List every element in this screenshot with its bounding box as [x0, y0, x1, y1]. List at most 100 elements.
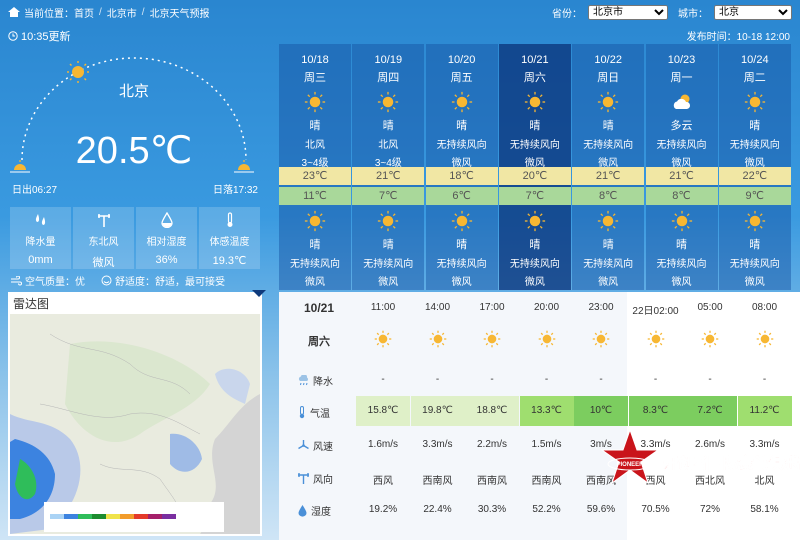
comfort-index: 舒适度：舒适，最可接受	[101, 273, 225, 288]
stat-value: 19.3℃	[212, 255, 247, 267]
hourly-weekday: 周六	[308, 336, 330, 348]
stat-label: 东北风	[88, 237, 119, 248]
sun-icon	[598, 91, 619, 113]
hour-column: 17:00 - 18.8℃ 2.2m/s 西南风 30.3%	[465, 292, 519, 540]
sun-icon	[647, 330, 664, 348]
hour-humidity: 70.5%	[641, 504, 670, 515]
watermark: PIONEER 开创者国际赛鸽俱乐部	[598, 428, 800, 488]
day-column[interactable]: 10/20 周五 晴 无持续风向 微风 18℃ 6℃ 晴 无持续风向 微风	[425, 44, 498, 290]
night-wind-level: 微风	[451, 277, 472, 288]
low-temp: 7℃	[352, 187, 425, 205]
day-weather: 晴	[456, 120, 468, 132]
province-label: 省份：	[552, 8, 582, 20]
comfort-icon	[101, 275, 112, 286]
hour-precip: -	[653, 374, 658, 385]
high-temp: 22℃	[718, 167, 791, 185]
hour-humidity: 52.2%	[532, 504, 561, 515]
hour-wind-dir: 西风	[373, 476, 393, 487]
hour-humidity: 72%	[699, 504, 720, 515]
breadcrumb-separator: /	[99, 6, 102, 18]
hour-column: 22日02:00 - 8.3℃ 3.3m/s 西风 70.5%	[628, 292, 683, 540]
breadcrumb-separator: /	[141, 6, 145, 18]
night-wind: 无持续风向	[729, 259, 780, 270]
sunset-time: 日落17:32	[212, 185, 258, 196]
night-wind-level: 微风	[671, 277, 692, 288]
hour-humidity: 19.2%	[368, 504, 398, 515]
day-column[interactable]: 10/21 周六 晴 无持续风向 微风 20℃ 7℃ 晴 无持续风向 微风	[498, 44, 571, 290]
hourly-date-column: 10/21 周六 降水 气温 风速 风向 湿度	[279, 292, 359, 540]
breadcrumb-prefix: 当前位置：	[24, 8, 74, 20]
row-label-text: 气温	[310, 409, 330, 420]
night-forecast: 晴 无持续风向 微风	[352, 210, 424, 288]
day-column[interactable]: 10/22 周日 晴 无持续风向 微风 21℃ 8℃ 晴 无持续风向 微风	[572, 44, 645, 290]
day-weekday: 周五	[450, 72, 473, 84]
day-weekday: 周日	[597, 72, 620, 84]
hour-time: 11:00	[370, 302, 396, 313]
hour-time: 14:00	[424, 302, 451, 313]
hour-wind-speed: 3.3m/s	[422, 439, 453, 450]
row-label-wind-speed: 风速	[297, 438, 347, 453]
row-label-text: 降水	[313, 377, 333, 388]
hour-temp: 15.8℃	[356, 396, 410, 426]
stat-label: 相对湿度	[146, 237, 187, 248]
sun-icon	[598, 210, 619, 232]
stat-label: 降水量	[25, 237, 56, 248]
sun-icon	[429, 330, 446, 348]
breadcrumb-province[interactable]: 北京市	[107, 5, 137, 20]
sun-icon	[378, 210, 399, 232]
day-column[interactable]: 10/19 周四 晴 北风 3~4级 21℃ 7℃ 晴 无持续风向 微风	[352, 44, 425, 290]
low-temp: 8℃	[572, 187, 645, 205]
province-select[interactable]: 北京市	[588, 4, 668, 20]
low-temp: 6℃	[425, 187, 498, 205]
day-date: 10/24	[741, 54, 769, 66]
hour-time: 20:00	[533, 302, 560, 313]
day-column[interactable]: 10/23 周一 多云 无持续风向 微风 21℃ 8℃ 晴 无持续风向 微风	[645, 44, 718, 290]
day-weekday: 周二	[743, 72, 766, 84]
clock-icon	[8, 31, 18, 41]
hour-temp: 18.8℃	[465, 396, 519, 426]
night-weather: 晴	[382, 239, 394, 251]
day-wind: 无持续风向	[436, 140, 487, 151]
day-wind: 无持续风向	[656, 140, 707, 151]
radar-map[interactable]	[10, 314, 260, 534]
night-forecast: 晴 无持续风向 微风	[719, 210, 791, 288]
city-select[interactable]: 北京	[714, 4, 792, 20]
hour-temp: 7.2℃	[683, 396, 737, 426]
sun-icon	[451, 91, 472, 113]
seven-day-forecast: 10/18 周三 晴 北风 3~4级 23℃ 11℃ 晴 无持续风向 微风 10…	[279, 44, 800, 290]
night-weather: 晴	[309, 239, 321, 251]
sun-icon	[538, 330, 555, 348]
night-forecast: 晴 无持续风向 微风	[426, 210, 498, 288]
day-date: 10/22	[594, 54, 622, 66]
hour-humidity: 59.6%	[586, 504, 616, 515]
wind-vane-icon	[97, 214, 110, 227]
top-bar: 当前位置： 首页 / 北京市 / 北京天气预报 省份： 北京市 城市： 北京	[0, 0, 800, 24]
row-label-wind-dir: 风向	[297, 471, 347, 486]
high-temp: 20℃	[498, 167, 571, 185]
sun-icon	[374, 330, 392, 348]
air-quality: 空气质量：优	[10, 273, 85, 288]
sun-icon	[592, 330, 610, 348]
sun-icon	[701, 330, 719, 348]
sunrise-time: 日出06:27	[12, 185, 58, 196]
current-stats: 降水量 0mm 东北风 微风 相对湿度 36% 体感温度 19.3℃	[10, 207, 260, 269]
day-column[interactable]: 10/24 周二 晴 无持续风向 微风 22℃ 9℃ 晴 无持续风向 微风	[718, 44, 791, 290]
breadcrumb-home[interactable]: 首页	[74, 5, 94, 20]
day-weather: 晴	[309, 120, 321, 132]
update-text: 10:35更新	[21, 31, 71, 43]
night-wind: 无持续风向	[583, 259, 634, 270]
thermometer-icon	[299, 406, 305, 419]
night-weather: 晴	[456, 239, 468, 251]
day-column[interactable]: 10/18 周三 晴 北风 3~4级 23℃ 11℃ 晴 无持续风向 微风	[279, 44, 351, 290]
hour-wind-dir: 西南风	[422, 476, 453, 487]
hour-precip: -	[381, 374, 385, 385]
day-weekday: 周一	[670, 72, 693, 84]
hour-column: 14:00 - 19.8℃ 3.3m/s 西南风 22.4%	[410, 292, 465, 540]
low-temp: 9℃	[718, 187, 791, 205]
sun-icon	[756, 330, 773, 348]
sun-icon	[524, 210, 546, 232]
humidity-icon	[160, 211, 173, 229]
watermark-text: 开创者国际赛鸽俱乐部	[663, 455, 800, 473]
day-weather: 晴	[382, 120, 394, 132]
hour-column: 23:00 - 10℃ 3m/s 西南风 59.6%	[574, 292, 628, 540]
